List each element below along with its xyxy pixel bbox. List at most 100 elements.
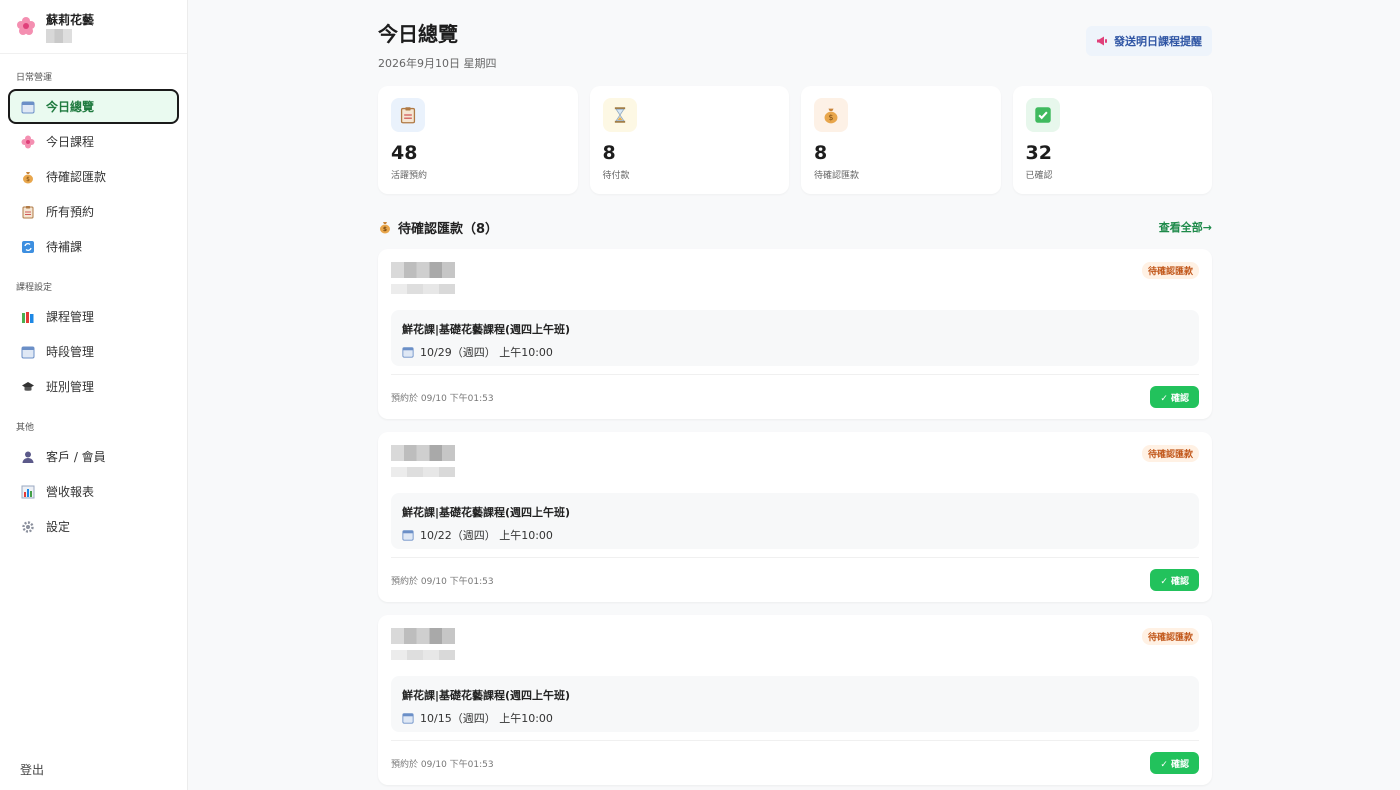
booked-at: 預約於 09/10 下午01:53 xyxy=(391,759,494,770)
confirm-button[interactable]: ✓ 確認 xyxy=(1150,386,1199,408)
course-name: 鮮花課|基礎花藝課程(週四上午班) xyxy=(402,689,571,702)
gear-icon xyxy=(20,519,36,535)
pending-section-title: 待確認匯款（8） xyxy=(398,221,499,237)
customer-phone-redacted xyxy=(391,650,455,660)
user-icon xyxy=(20,449,36,465)
books-icon xyxy=(20,309,36,325)
stat-card-pending-transfer[interactable]: $ 8 待確認匯款 xyxy=(801,86,1001,194)
send-tomorrow-reminder-label: 發送明日課程提醒 xyxy=(1114,35,1202,48)
megaphone-icon xyxy=(1096,35,1108,47)
list-item: 待確認匯款 鮮花課|基礎花藝課程(週四上午班) 10/22（週四） 上午10:0… xyxy=(378,432,1212,602)
sidebar-item-timeslot-management[interactable]: 時段管理 xyxy=(8,334,179,369)
repeat-icon xyxy=(20,239,36,255)
sidebar-item-label: 待補課 xyxy=(46,240,83,254)
clipboard-icon xyxy=(20,204,36,220)
logout-button[interactable]: 登出 xyxy=(20,761,44,778)
sidebar-item-settings[interactable]: 設定 xyxy=(8,509,179,544)
money-bag-icon: $ xyxy=(814,98,848,132)
clipboard-icon xyxy=(391,98,425,132)
course-name: 鮮花課|基礎花藝課程(週四上午班) xyxy=(402,506,571,519)
course-info: 鮮花課|基礎花藝課程(週四上午班) 10/22（週四） 上午10:00 xyxy=(391,493,1199,549)
nav-section-course-settings: 課程設定 xyxy=(16,283,53,293)
course-time-row: 10/29（週四） 上午10:00 xyxy=(402,344,1188,360)
course-time: 10/15（週四） 上午10:00 xyxy=(420,712,553,725)
card-footer: 預約於 09/10 下午01:53 ✓ 確認 xyxy=(391,740,1199,785)
stat-value: 8 xyxy=(602,142,616,164)
sidebar-item-course-management[interactable]: 課程管理 xyxy=(8,299,179,334)
sidebar-item-today-overview[interactable]: 今日總覽 xyxy=(8,89,179,124)
sidebar-item-label: 時段管理 xyxy=(46,345,95,359)
sidebar-item-label: 客戶 / 會員 xyxy=(46,450,106,464)
customer-name-redacted xyxy=(391,445,455,461)
pending-list: 待確認匯款 鮮花課|基礎花藝課程(週四上午班) 10/29（週四） 上午10:0… xyxy=(378,249,1212,785)
course-info: 鮮花課|基礎花藝課程(週四上午班) 10/15（週四） 上午10:00 xyxy=(391,676,1199,732)
pending-section-title-wrap: $ 待確認匯款（8） xyxy=(378,218,498,237)
stat-label: 待付款 xyxy=(602,171,630,181)
customer-phone-redacted xyxy=(391,284,455,294)
calendar-icon xyxy=(402,529,414,541)
status-badge: 待確認匯款 xyxy=(1141,262,1199,279)
brand-subtitle-redacted xyxy=(46,29,72,43)
view-all-link[interactable]: 查看全部→ xyxy=(1159,219,1212,235)
stat-card-confirmed[interactable]: 32 已確認 xyxy=(1012,86,1212,194)
calendar-icon xyxy=(402,346,414,358)
stat-label: 待確認匯款 xyxy=(814,171,860,181)
bar-chart-icon xyxy=(20,484,36,500)
calendar-icon xyxy=(20,344,36,360)
nav-section-daily: 日常營運 xyxy=(16,73,53,83)
svg-text:$: $ xyxy=(383,226,387,233)
sidebar-item-label: 營收報表 xyxy=(46,485,95,499)
stat-value: 48 xyxy=(391,142,418,164)
course-time-row: 10/15（週四） 上午10:00 xyxy=(402,710,1188,726)
sidebar-item-label: 班別管理 xyxy=(46,380,95,394)
svg-text:$: $ xyxy=(829,113,834,122)
sidebar: 蘇莉花藝 日常營運 今日總覽 今日課程 $ 待確認匯款 所有預約 待補課 課程設… xyxy=(0,0,188,790)
sidebar-item-label: 所有預約 xyxy=(46,205,95,219)
hourglass-icon xyxy=(602,98,637,132)
sidebar-item-class-management[interactable]: 班別管理 xyxy=(8,369,179,404)
course-time: 10/22（週四） 上午10:00 xyxy=(420,529,553,542)
sidebar-item-label: 設定 xyxy=(46,520,71,534)
flower-logo-icon xyxy=(16,16,36,36)
page-header: 今日總覽 2026年9月10日 星期四 發送明日課程提醒 xyxy=(378,18,1212,80)
calendar-icon xyxy=(402,712,414,724)
course-time-row: 10/22（週四） 上午10:00 xyxy=(402,527,1188,543)
status-badge: 待確認匯款 xyxy=(1141,445,1199,462)
stat-label: 已確認 xyxy=(1025,171,1053,181)
send-tomorrow-reminder-button[interactable]: 發送明日課程提醒 xyxy=(1086,26,1212,56)
sidebar-item-makeup-classes[interactable]: 待補課 xyxy=(8,229,179,264)
list-item: 待確認匯款 鮮花課|基礎花藝課程(週四上午班) 10/29（週四） 上午10:0… xyxy=(378,249,1212,419)
sidebar-item-all-bookings[interactable]: 所有預約 xyxy=(8,194,179,229)
sidebar-item-pending-payment[interactable]: $ 待確認匯款 xyxy=(8,159,179,194)
stat-card-active-bookings[interactable]: 48 活躍預約 xyxy=(378,86,578,194)
customer-name-redacted xyxy=(391,262,455,278)
customer-name-redacted xyxy=(391,628,455,644)
main-content: 今日總覽 2026年9月10日 星期四 發送明日課程提醒 48 活躍預約 8 待… xyxy=(188,0,1400,790)
page-date: 2026年9月10日 星期四 xyxy=(378,57,497,70)
list-item: 待確認匯款 鮮花課|基礎花藝課程(週四上午班) 10/15（週四） 上午10:0… xyxy=(378,615,1212,785)
brand: 蘇莉花藝 xyxy=(0,0,187,54)
stats-row: 48 活躍預約 8 待付款 $ 8 待確認匯款 32 已確認 xyxy=(378,86,1212,194)
sidebar-item-label: 今日總覽 xyxy=(46,100,95,114)
card-footer: 預約於 09/10 下午01:53 ✓ 確認 xyxy=(391,557,1199,602)
nav-section-other: 其他 xyxy=(16,423,35,433)
brand-name: 蘇莉花藝 xyxy=(46,13,95,27)
stat-label: 活躍預約 xyxy=(391,171,428,181)
stat-value: 8 xyxy=(814,142,828,164)
money-bag-icon: $ xyxy=(378,220,392,234)
svg-text:$: $ xyxy=(26,176,30,183)
confirm-button[interactable]: ✓ 確認 xyxy=(1150,752,1199,774)
stat-value: 32 xyxy=(1025,142,1052,164)
sidebar-item-revenue-report[interactable]: 營收報表 xyxy=(8,474,179,509)
pending-section-header: $ 待確認匯款（8） 查看全部→ xyxy=(378,218,1212,237)
booked-at: 預約於 09/10 下午01:53 xyxy=(391,393,494,404)
booked-at: 預約於 09/10 下午01:53 xyxy=(391,576,494,587)
check-box-icon xyxy=(1025,98,1060,132)
confirm-button[interactable]: ✓ 確認 xyxy=(1150,569,1199,591)
sidebar-item-customers[interactable]: 客戶 / 會員 xyxy=(8,439,179,474)
stat-card-awaiting-payment[interactable]: 8 待付款 xyxy=(589,86,789,194)
status-badge: 待確認匯款 xyxy=(1141,628,1199,645)
sidebar-item-today-courses[interactable]: 今日課程 xyxy=(8,124,179,159)
course-time: 10/29（週四） 上午10:00 xyxy=(420,346,553,359)
sidebar-item-label: 待確認匯款 xyxy=(46,170,107,184)
